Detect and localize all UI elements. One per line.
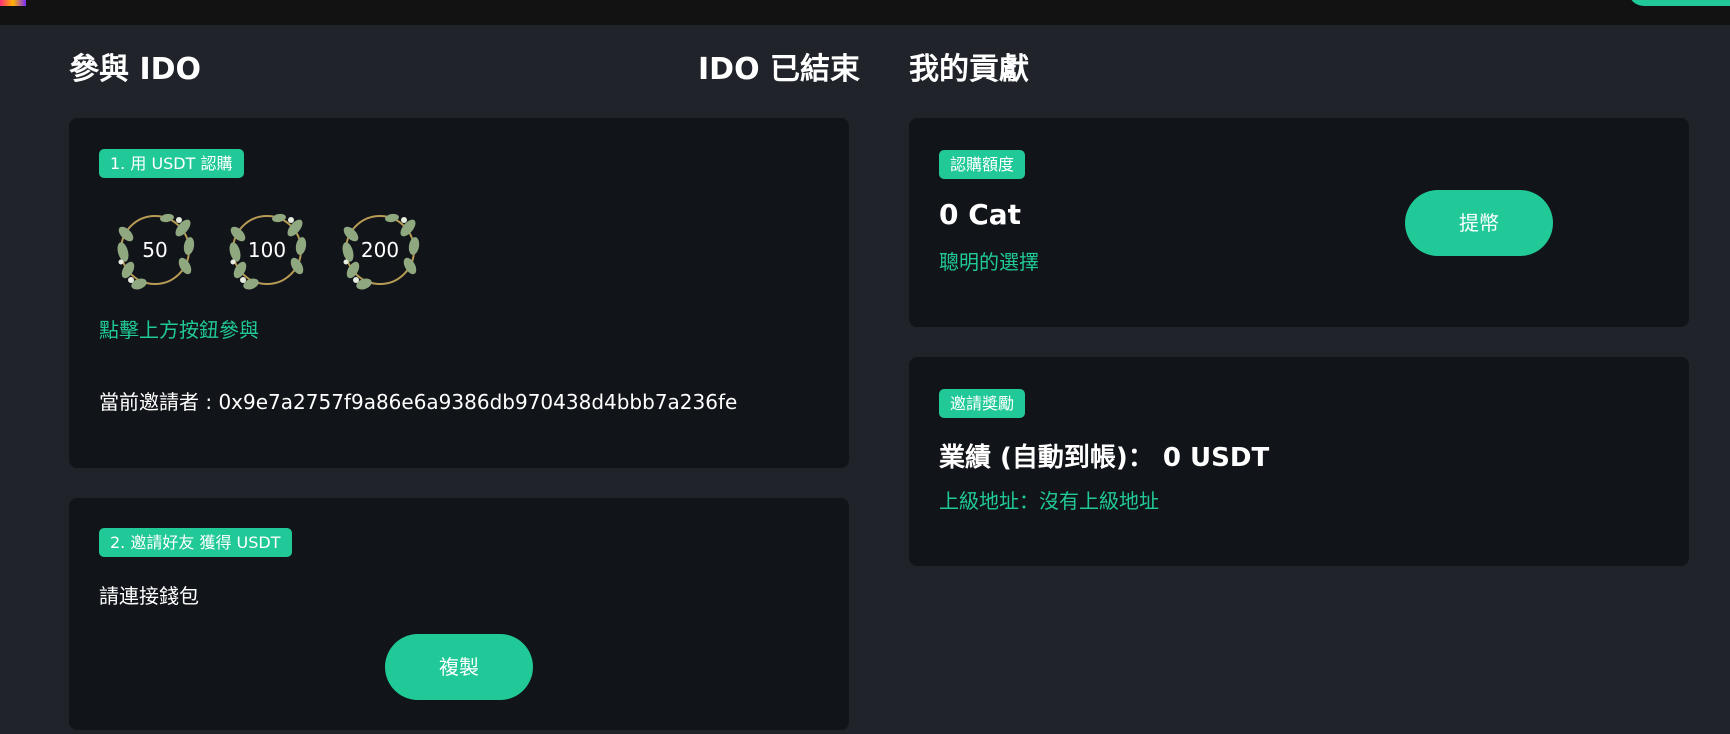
amount-100-button[interactable]: 100 bbox=[221, 208, 313, 292]
subscribe-card: 1. 用 USDT 認購 50 100 200 點擊上方按鈕參與 當前邀請者:… bbox=[69, 118, 849, 468]
invite-card: 2. 邀請好友 獲得 USDT 請連接錢包 複製 bbox=[69, 498, 849, 730]
upline-label: 上級地址： bbox=[939, 489, 1039, 513]
current-inviter: 當前邀請者 : 0x9e7a2757f9a86e6a9386db970438d4… bbox=[99, 386, 737, 415]
my-contribution-title: 我的貢獻 bbox=[909, 52, 1029, 87]
top-navbar bbox=[0, 0, 1730, 25]
withdraw-button[interactable]: 提幣 bbox=[1405, 190, 1553, 256]
ido-status: IDO 已結束 bbox=[698, 52, 861, 87]
quota-note: 聰明的選擇 bbox=[939, 250, 1039, 274]
amount-label: 200 bbox=[360, 238, 400, 262]
quota-card: 認購額度 0 Cat 聰明的選擇 提幣 bbox=[909, 118, 1689, 327]
participate-hint: 點擊上方按鈕參與 bbox=[99, 318, 259, 342]
subscribe-step-badge: 1. 用 USDT 認購 bbox=[99, 149, 244, 178]
participate-ido-title: 參與 IDO bbox=[69, 52, 202, 87]
upline-value: 沒有上級地址 bbox=[1039, 489, 1159, 513]
reward-card: 邀請獎勵 業績 (自動到帳)： 0 USDT 上級地址：沒有上級地址 bbox=[909, 357, 1689, 566]
amount-label: 100 bbox=[247, 238, 287, 262]
performance-value: 0 USDT bbox=[1162, 443, 1270, 473]
amount-label: 50 bbox=[142, 238, 168, 262]
connect-wallet-message: 請連接錢包 bbox=[99, 584, 199, 608]
amount-200-button[interactable]: 200 bbox=[334, 208, 426, 292]
upline-row: 上級地址：沒有上級地址 bbox=[939, 485, 1159, 514]
inviter-address: 0x9e7a2757f9a86e6a9386db970438d4bbb7a236… bbox=[218, 390, 738, 414]
performance-row: 業績 (自動到帳)： 0 USDT bbox=[939, 437, 1269, 474]
quota-badge: 認購額度 bbox=[939, 150, 1026, 179]
logo[interactable] bbox=[0, 0, 26, 6]
connect-wallet-button[interactable] bbox=[1628, 0, 1730, 6]
performance-label: 業績 (自動到帳)： bbox=[939, 443, 1154, 473]
copy-button[interactable]: 複製 bbox=[385, 634, 533, 700]
amount-50-button[interactable]: 50 bbox=[109, 208, 201, 292]
quota-amount: 0 Cat bbox=[939, 198, 1022, 231]
inviter-label: 當前邀請者 : bbox=[99, 390, 219, 414]
reward-badge: 邀請獎勵 bbox=[939, 389, 1026, 418]
invite-step-badge: 2. 邀請好友 獲得 USDT bbox=[99, 528, 292, 557]
